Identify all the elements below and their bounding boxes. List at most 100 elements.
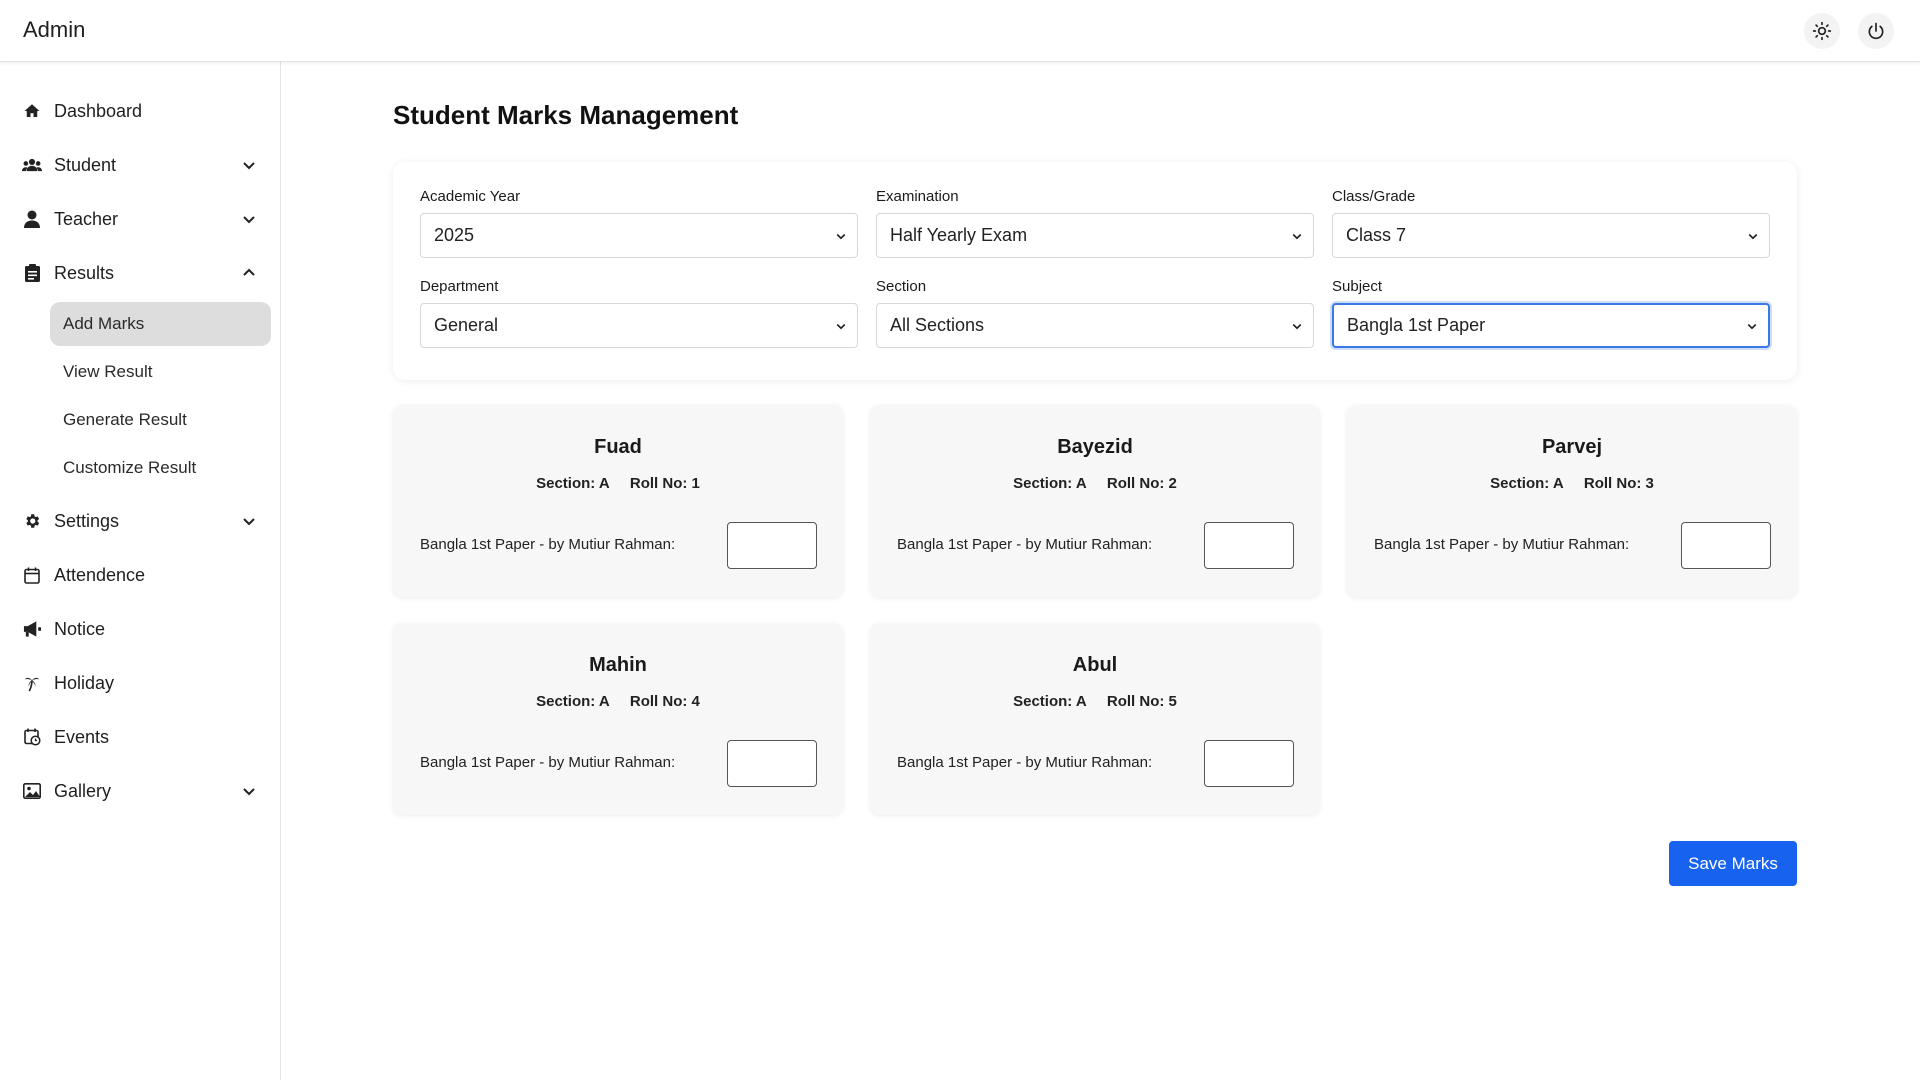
section-value: All Sections (890, 315, 985, 335)
mark-label: Bangla 1st Paper - by Mutiur Rahman: (1374, 536, 1630, 553)
academic-year-label: Academic Year (420, 188, 521, 205)
section-label: Section (876, 278, 927, 295)
sidebar-subitem-customize-result[interactable]: Customize Result (50, 446, 271, 490)
sidebar-subitem-generate-result[interactable]: Generate Result (50, 398, 271, 442)
subject-select[interactable]: Bangla 1st Paper (1332, 303, 1770, 348)
sidebar-item-label: Dashboard (54, 100, 143, 121)
main-content: Student Marks Management Academic Year 2… (282, 62, 1920, 1080)
sidebar-item-label: Holiday (54, 672, 115, 693)
academic-year-select[interactable]: 2025 (420, 213, 858, 258)
sidebar-item-dashboard[interactable]: Dashboard (0, 84, 281, 138)
sidebar-item-label: Attendence (54, 564, 146, 585)
chevron-down-icon (243, 216, 255, 224)
academic-year-field: Academic Year 2025 (420, 188, 858, 258)
section-select[interactable]: All Sections (876, 303, 1314, 348)
mark-input[interactable] (1204, 740, 1294, 787)
student-card: Abul Section: A Roll No: 5 Bangla 1st Pa… (870, 623, 1320, 815)
class-grade-field: Class/Grade Class 7 (1332, 188, 1770, 258)
mark-input[interactable] (1681, 522, 1771, 569)
sidebar-subitem-label: Add Marks (63, 314, 145, 333)
sidebar-subitem-label: Generate Result (63, 410, 187, 429)
chevron-down-icon (1747, 323, 1757, 329)
sidebar-item-label: Results (54, 262, 115, 283)
sidebar-subitem-label: View Result (63, 362, 153, 381)
student-name: Parvej (1541, 436, 1603, 458)
sidebar-item-results[interactable]: Results (0, 246, 281, 300)
student-card: Bayezid Section: A Roll No: 2 Bangla 1st… (870, 405, 1320, 597)
sidebar-item-events[interactable]: Events (0, 710, 281, 764)
sidebar-item-label: Events (54, 726, 110, 747)
student-name: Abul (1072, 654, 1118, 676)
student-card: Parvej Section: A Roll No: 3 Bangla 1st … (1347, 405, 1797, 597)
save-marks-button[interactable]: Save Marks (1669, 841, 1797, 886)
class-grade-value: Class 7 (1346, 225, 1407, 245)
mark-input[interactable] (1204, 522, 1294, 569)
chevron-down-icon (1292, 233, 1302, 239)
chevron-down-icon (243, 162, 255, 170)
mark-label: Bangla 1st Paper - by Mutiur Rahman: (897, 536, 1153, 553)
theme-toggle-button[interactable] (1804, 13, 1840, 49)
student-meta: Section: A Roll No: 2 (870, 475, 1320, 492)
sidebar-item-student[interactable]: Student (0, 138, 281, 192)
department-field: Department General (420, 278, 858, 348)
sidebar-subitem-add-marks[interactable]: Add Marks (50, 302, 271, 346)
chevron-down-icon (1748, 233, 1758, 239)
sidebar-item-gallery[interactable]: Gallery (0, 764, 281, 818)
examination-select[interactable]: Half Yearly Exam (876, 213, 1314, 258)
sidebar-item-label: Settings (54, 510, 120, 531)
student-section: Section: A (1013, 475, 1087, 492)
section-field: Section All Sections (876, 278, 1314, 348)
student-meta: Section: A Roll No: 5 (870, 693, 1320, 710)
sidebar-item-attendence[interactable]: Attendence (0, 548, 281, 602)
student-section: Section: A (536, 693, 610, 710)
sidebar-item-teacher[interactable]: Teacher (0, 192, 281, 246)
clipboard-icon (22, 263, 42, 283)
mark-input[interactable] (727, 740, 817, 787)
student-meta: Section: A Roll No: 1 (393, 475, 843, 492)
home-icon (22, 101, 42, 121)
student-roll: Roll No: 2 (1106, 475, 1177, 492)
top-bar: Admin (0, 0, 1920, 62)
mark-label: Bangla 1st Paper - by Mutiur Rahman: (897, 754, 1153, 771)
subject-label: Subject (1332, 278, 1383, 295)
sidebar-subitem-view-result[interactable]: View Result (50, 350, 271, 394)
mark-label: Bangla 1st Paper - by Mutiur Rahman: (420, 754, 676, 771)
sidebar-item-holiday[interactable]: Holiday (0, 656, 281, 710)
gear-icon (22, 511, 42, 531)
sidebar-item-notice[interactable]: Notice (0, 602, 281, 656)
examination-label: Examination (876, 188, 959, 205)
chevron-down-icon (836, 233, 846, 239)
app-title: Admin (23, 17, 86, 42)
sidebar-subitem-label: Customize Result (63, 458, 197, 477)
sidebar-item-label: Student (54, 154, 117, 175)
mark-input[interactable] (727, 522, 817, 569)
department-select[interactable]: General (420, 303, 858, 348)
calendar-clock-icon (22, 727, 42, 747)
student-meta: Section: A Roll No: 3 (1347, 475, 1797, 492)
sidebar: Dashboard Student Teacher Results Add Ma… (0, 62, 281, 1080)
chevron-down-icon (836, 323, 846, 329)
student-name: Mahin (589, 654, 647, 676)
student-card: Mahin Section: A Roll No: 4 Bangla 1st P… (393, 623, 843, 815)
logout-button[interactable] (1858, 13, 1894, 49)
calendar-icon (22, 565, 42, 585)
sidebar-item-label: Notice (54, 618, 106, 639)
department-label: Department (420, 278, 499, 295)
student-roll: Roll No: 5 (1106, 693, 1177, 710)
subject-field: Subject Bangla 1st Paper (1332, 278, 1770, 348)
student-roll: Roll No: 1 (629, 475, 700, 492)
class-grade-select[interactable]: Class 7 (1332, 213, 1770, 258)
student-roll: Roll No: 4 (629, 693, 700, 710)
chevron-down-icon (1292, 323, 1302, 329)
student-name: Fuad (594, 436, 642, 458)
page-title: Student Marks Management (393, 100, 739, 130)
filter-card: Academic Year 2025 Examination Half Year… (393, 162, 1797, 380)
sidebar-item-settings[interactable]: Settings (0, 494, 281, 548)
megaphone-icon (22, 619, 42, 639)
examination-field: Examination Half Yearly Exam (876, 188, 1314, 258)
student-meta: Section: A Roll No: 4 (393, 693, 843, 710)
student-section: Section: A (1013, 693, 1087, 710)
chevron-down-icon (243, 518, 255, 526)
user-icon (22, 209, 42, 229)
sidebar-item-label: Gallery (54, 780, 112, 801)
